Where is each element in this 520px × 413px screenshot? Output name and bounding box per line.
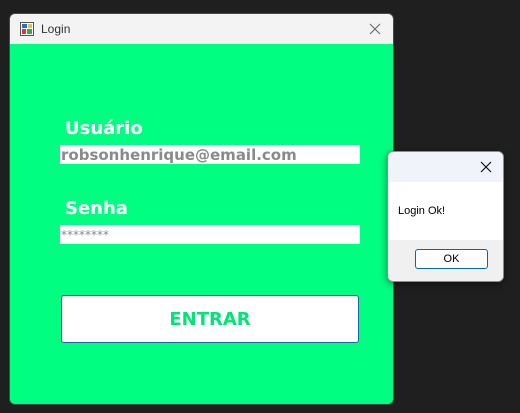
form-app-icon xyxy=(20,22,34,36)
close-icon[interactable] xyxy=(364,18,386,40)
ok-button[interactable]: OK xyxy=(415,249,488,269)
user-field[interactable] xyxy=(60,145,360,164)
password-label: Senha xyxy=(65,198,128,219)
dialog-titlebar xyxy=(388,152,503,182)
close-icon[interactable] xyxy=(475,156,497,178)
login-window: Login Usuário Senha ENTRAR xyxy=(9,13,394,405)
user-label: Usuário xyxy=(65,118,143,139)
password-field[interactable] xyxy=(60,225,360,244)
desktop: Login Usuário Senha ENTRAR Login Ok! OK xyxy=(0,0,520,413)
enter-button[interactable]: ENTRAR xyxy=(61,295,359,343)
dialog-footer: OK xyxy=(388,240,503,281)
message-dialog: Login Ok! OK xyxy=(387,151,504,282)
window-title: Login xyxy=(41,22,71,36)
window-titlebar: Login xyxy=(10,14,393,44)
dialog-message: Login Ok! xyxy=(398,205,446,217)
